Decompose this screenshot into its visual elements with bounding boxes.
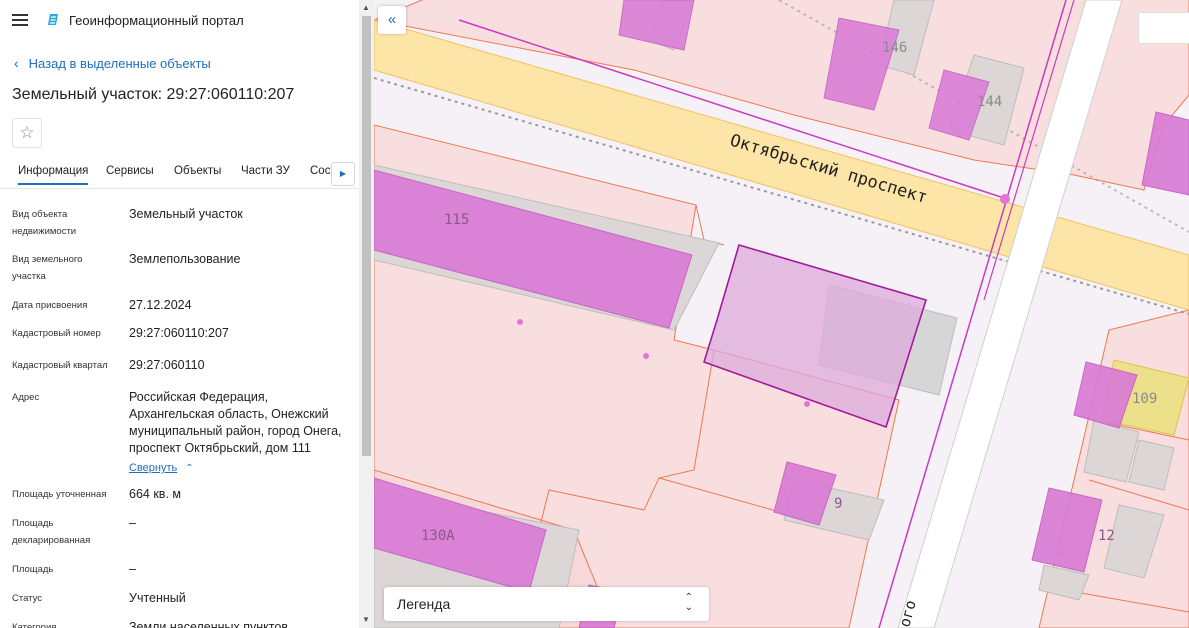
legend-label: Легенда	[397, 596, 451, 612]
house-label: 144	[977, 94, 1002, 110]
info-panel: Геоинформационный портал ‹ Назад в выделе…	[0, 0, 359, 628]
back-link[interactable]: ‹ Назад в выделенные объекты	[14, 55, 211, 71]
house-label: 130А	[421, 528, 455, 544]
portal-logo-icon	[48, 14, 58, 25]
collapse-label: Свернуть	[129, 462, 178, 474]
tab-info[interactable]: Информация	[18, 165, 89, 185]
chevron-left-icon: ‹	[14, 55, 19, 71]
tab-parts[interactable]: Части ЗУ	[241, 165, 290, 177]
house-label: 115	[444, 212, 469, 228]
menu-icon[interactable]	[12, 14, 28, 26]
house-label: 109	[1132, 391, 1157, 407]
house-label: 12	[1098, 528, 1115, 544]
scroll-down-icon[interactable]: ▼	[362, 615, 370, 625]
object-title: Земельный участок: 29:27:060110:207	[12, 86, 295, 103]
favorite-star-icon[interactable]: ☆	[12, 118, 42, 148]
collapse-link[interactable]: Свернуть ⌃	[129, 458, 194, 476]
chevron-up-icon: ⌃	[185, 463, 194, 474]
house-label: 146	[882, 40, 907, 56]
map-view[interactable]: Октябрьский проспект ого 146 144 115 109…	[374, 0, 1189, 628]
tab-services[interactable]: Сервисы	[106, 165, 154, 177]
chevron-updown-icon: ⌃ ⌄	[684, 592, 693, 613]
app-title: Геоинформационный портал	[69, 13, 244, 28]
map-search-box[interactable]	[1138, 12, 1189, 44]
tabs-scroll-right-icon[interactable]: ▶	[331, 162, 355, 186]
tab-objects[interactable]: Объекты	[174, 165, 221, 177]
scrollbar-thumb[interactable]	[362, 16, 371, 456]
tab-bar: Информация Сервисы Объекты Части ЗУ Сост…	[0, 154, 359, 189]
legend-dropdown[interactable]: Легенда ⌃ ⌄	[384, 587, 709, 621]
map-canvas[interactable]: Октябрьский проспект ого 146 144 115 109…	[374, 0, 1189, 628]
top-bar: Геоинформационный портал	[0, 0, 359, 42]
back-link-label: Назад в выделенные объекты	[28, 56, 211, 71]
collapse-panel-icon[interactable]: «	[378, 6, 406, 34]
scroll-up-icon[interactable]: ▲	[362, 3, 370, 13]
house-label: 9	[834, 496, 842, 512]
panel-scrollbar[interactable]: ▲ ▼	[359, 0, 374, 628]
address-value: Российская Федерация, Архангельская обла…	[129, 390, 342, 455]
